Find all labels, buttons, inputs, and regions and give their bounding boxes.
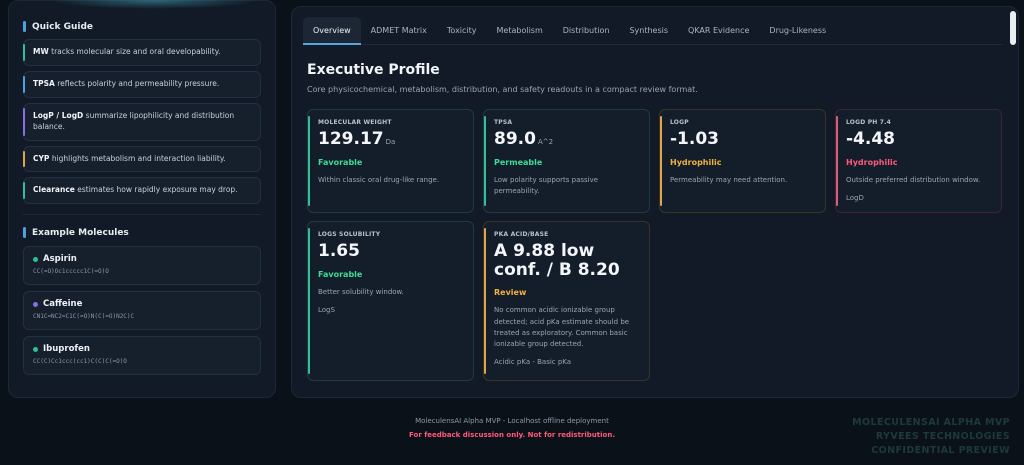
molecule-item-aspirin[interactable]: Aspirin CC(=O)Oc1ccccc1C(=O)O [23, 246, 261, 286]
card-metric-tag: LogD [846, 193, 864, 202]
watermark-line: MOLECULENSAI ALPHA MVP [852, 417, 1010, 428]
metric-card-molecular-weight[interactable]: MOLECULAR WEIGHT 129.17 Da Favorable Within … [307, 109, 474, 213]
card-status: Favorable [318, 269, 363, 279]
main-panel: Overview ADMET Matrix Toxicity Metabolism Di… [291, 6, 1019, 398]
watermark-line: RYVEES TECHNOLOGIES [875, 430, 1010, 442]
example-molecule-list: Aspirin CC(=O)Oc1ccccc1C(=O)O Caffeine CN1C… [23, 246, 261, 376]
molecule-name-row: Ibuprofen [33, 344, 251, 354]
status-dot-icon [33, 301, 38, 307]
card-value-text: 1.65 [318, 241, 360, 261]
sidebar-glow [49, 0, 259, 9]
quick-guide-heading: Quick Guide [23, 21, 261, 32]
card-status: Favorable [318, 157, 363, 167]
card-value: A 9.88 low conf. / B 8.20 [494, 242, 639, 279]
card-status: Hydrophilic [846, 157, 898, 167]
card-description: Better solubility window. [318, 287, 404, 296]
watermark: MOLECULENSAI ALPHA MVP RYVEES TECHNOLOGIE… [852, 416, 1010, 457]
molecule-smiles: CN1C=NC2=C1C(=O)N(C(=O)N2C)C [33, 313, 135, 321]
card-label: TPSA [494, 119, 513, 126]
tab-bar: Overview ADMET Matrix Toxicity Metabolism Di… [303, 17, 1003, 45]
status-dot-icon [33, 256, 38, 262]
molecule-item-caffeine[interactable]: Caffeine CN1C=NC2=C1C(=O)N(C(=O)N2C)C [23, 291, 261, 331]
card-status: Review [494, 288, 527, 298]
tab-drug-likeness[interactable]: Drug-Likeness [759, 17, 836, 45]
guide-item[interactable]: CYP highlights metabolism and interactio… [23, 145, 261, 173]
guide-text: reflects polarity and permeability press… [54, 78, 220, 88]
page-title: Executive Profile [307, 62, 440, 78]
card-status: Hydrophilic [670, 157, 722, 167]
molecule-name: Aspirin [43, 254, 77, 265]
molecule-smiles: CC(=O)Oc1ccccc1C(=O)O [33, 268, 109, 276]
scrollbar[interactable] [1010, 11, 1016, 45]
tab-admet-matrix[interactable]: ADMET Matrix [361, 17, 437, 45]
card-label: PKA ACID/BASE [494, 231, 549, 238]
card-label: MOLECULAR WEIGHT [318, 119, 392, 126]
card-value-text: 89.0 [494, 129, 536, 149]
guide-text: estimates how rapidly exposure may drop. [74, 185, 238, 195]
guide-term: LogP / LogD [33, 110, 84, 120]
card-value: 1.65 [318, 242, 463, 261]
molecule-item-ibuprofen[interactable]: Ibuprofen CC(C)Cc1ccc(cc1)C(C)C(=O)O [23, 336, 261, 376]
examples-title: Example Molecules [32, 227, 129, 238]
tab-qkar-evidence[interactable]: QKAR Evidence [678, 17, 759, 45]
card-unit: A^2 [537, 138, 554, 146]
metric-card-logd-ph-7-4[interactable]: LOGD PH 7.4 -4.48 Hydrophilic Outside prefe… [835, 109, 1002, 213]
quick-guide-title: Quick Guide [32, 21, 94, 32]
heading-accent-bar [23, 21, 26, 32]
card-description: Within classic oral drug-like range. [318, 175, 440, 184]
card-label: LOGD PH 7.4 [846, 119, 892, 126]
card-description: Outside preferred distribution window. [846, 175, 981, 184]
tab-synthesis[interactable]: Synthesis [619, 17, 678, 45]
sidebar-divider [23, 214, 261, 216]
card-value: -4.48 [846, 130, 991, 149]
card-unit: Da [385, 138, 396, 146]
molecule-name: Ibuprofen [43, 344, 90, 355]
molecule-name: Caffeine [43, 299, 83, 310]
card-description: Permeability may need attention. [670, 175, 788, 184]
guide-item[interactable]: MW tracks molecular size and oral develo… [23, 39, 261, 66]
tab-toxicity[interactable]: Toxicity [437, 17, 487, 45]
card-description: No common acidic ionizable group detecte… [494, 306, 630, 348]
metric-card-logs-solubility[interactable]: LOGS SOLUBILITY 1.65 Favorable Better solub… [307, 221, 474, 381]
molecule-smiles: CC(C)Cc1ccc(cc1)C(C)C(=O)O [33, 358, 127, 366]
card-metric-tag: Acidic pKa - Basic pKa [494, 358, 572, 367]
card-status: Permeable [494, 157, 543, 167]
card-value-text: -1.03 [670, 129, 719, 149]
guide-item[interactable]: LogP / LogD summarize lipophilicity and … [23, 102, 261, 141]
guide-term: TPSA [33, 78, 55, 88]
guide-term: Clearance [33, 185, 75, 195]
tab-distribution[interactable]: Distribution [553, 17, 620, 45]
card-description: Low polarity supports passive permeabili… [494, 175, 599, 195]
card-value: -1.03 [670, 130, 815, 149]
examples-heading: Example Molecules [23, 227, 261, 239]
guide-item[interactable]: TPSA reflects polarity and permeability … [23, 70, 261, 98]
guide-text: highlights metabolism and interaction li… [49, 153, 226, 163]
molecule-name-row: Aspirin [33, 254, 251, 264]
card-label: LOGS SOLUBILITY [318, 231, 381, 238]
card-value: 129.17 Da [318, 130, 463, 149]
card-metric-tag: LogS [318, 305, 335, 314]
card-value-text: 129.17 [318, 129, 384, 149]
guide-text: tracks molecular size and oral developab… [48, 47, 221, 56]
card-value: 89.0 A^2 [494, 130, 639, 149]
tab-metabolism[interactable]: Metabolism [487, 17, 553, 45]
quick-guide-list: MW tracks molecular size and oral develo… [23, 39, 261, 205]
heading-accent-bar [23, 227, 26, 239]
metric-card-pka-acid-base[interactable]: PKA ACID/BASE A 9.88 low conf. / B 8.20 Re… [483, 221, 650, 381]
status-dot-icon [33, 346, 38, 352]
tab-overview[interactable]: Overview [303, 17, 361, 45]
guide-item[interactable]: Clearance estimates how rapidly exposure… [23, 177, 261, 205]
molecule-name-row: Caffeine [33, 299, 251, 309]
card-value-text: -4.48 [846, 129, 895, 149]
metric-card-logp[interactable]: LOGP -1.03 Hydrophilic Permeability may nee… [659, 109, 826, 213]
guide-term: MW [33, 47, 49, 56]
guide-term: CYP [33, 153, 50, 163]
page-subtitle: Core physicochemical, metabolism, distri… [307, 85, 698, 94]
watermark-line: CONFIDENTIAL PREVIEW [871, 444, 1010, 456]
metric-card-tpsa[interactable]: TPSA 89.0 A^2 Permeable Low polarity support… [483, 109, 650, 213]
card-value-text: A 9.88 low conf. / B 8.20 [494, 241, 620, 280]
sidebar: Quick Guide MW tracks molecular size and… [8, 0, 276, 398]
card-label: LOGP [670, 119, 689, 126]
